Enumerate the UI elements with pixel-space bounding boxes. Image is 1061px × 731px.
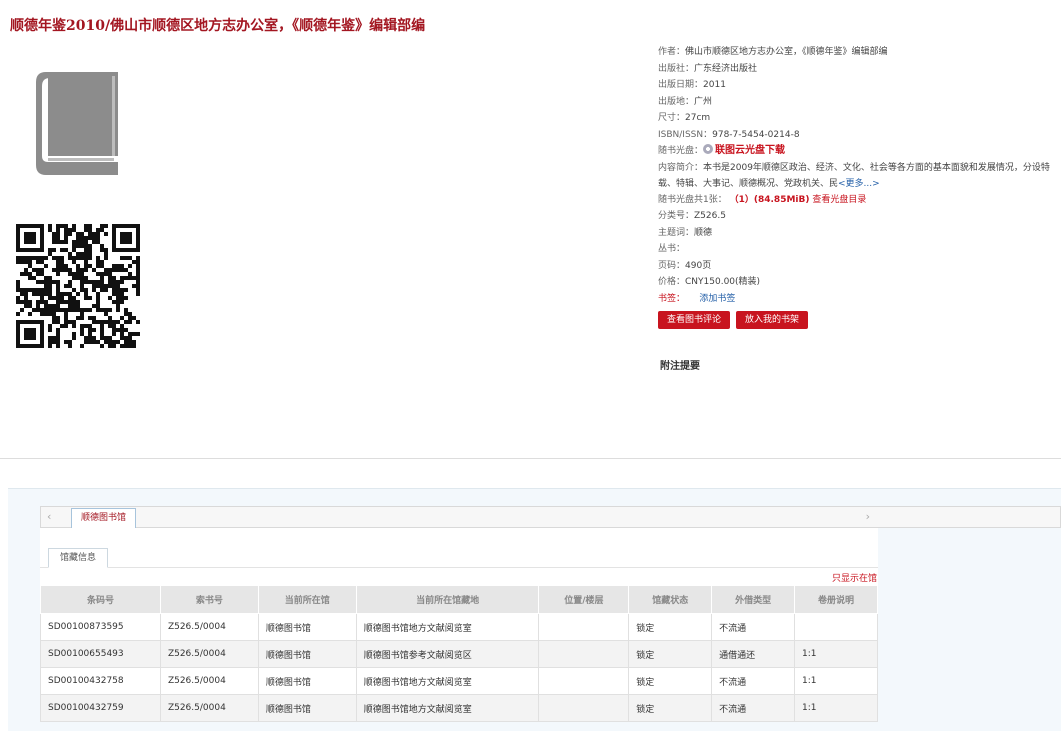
meta-author: 作者：佛山市顺德区地方志办公室，《顺德年鉴》编辑部编	[658, 47, 888, 57]
table-cell: 顺德图书馆	[257, 640, 357, 668]
disc-download-link[interactable]: 联图云光盘下载	[715, 145, 785, 156]
table-header-row: 条码号 索书号 当前所在馆 当前所在馆藏地 位置/楼层 馆藏状态 外借类型 卷册说明	[40, 585, 878, 614]
table-cell: Z526.5/0004	[159, 694, 259, 722]
table-cell: 顺德图书馆地方文献阅览室	[355, 667, 540, 695]
column-header: 卷册说明	[794, 585, 878, 614]
column-header: 外借类型	[711, 585, 796, 614]
table-cell: Z526.5/0004	[159, 667, 259, 695]
column-header: 条码号	[40, 585, 161, 614]
table-cell	[794, 613, 878, 641]
table-cell	[538, 640, 630, 668]
disc-catalog-link[interactable]: 查看光盘目录	[812, 195, 866, 205]
add-tag-link[interactable]: 添加书签	[699, 294, 735, 304]
column-header: 索书号	[159, 585, 259, 614]
column-header: 当前所在馆藏地	[355, 585, 540, 614]
table-cell: 顺德图书馆	[257, 613, 357, 641]
table-cell: 顺德图书馆地方文献阅览室	[355, 694, 540, 722]
table-cell: SD00100432758	[40, 667, 161, 695]
table-cell	[538, 667, 630, 695]
table-cell: 1:1	[794, 667, 878, 695]
table-cell: 顺德图书馆	[257, 667, 357, 695]
table-cell: Z526.5/0004	[159, 640, 259, 668]
summary-more-link[interactable]: <更多...>	[838, 179, 880, 189]
table-row: SD00100432759 Z526.5/0004 顺德图书馆 顺德图书馆地方文献阅览…	[40, 694, 878, 722]
table-cell: 锁定	[628, 613, 713, 641]
table-row: SD00100432758 Z526.5/0004 顺德图书馆 顺德图书馆地方文献阅览…	[40, 667, 878, 695]
table-row: SD00100873595 Z526.5/0004 顺德图书馆 顺德图书馆地方文献阅览…	[40, 613, 878, 641]
subject-link[interactable]: 顺德	[694, 228, 712, 238]
table-row: SD00100655493 Z526.5/0004 顺德图书馆 顺德图书馆参考文献阅览…	[40, 640, 878, 668]
table-cell: 锁定	[628, 667, 713, 695]
meta-pages: 页码：490页	[658, 260, 712, 271]
library-tabstrip: ‹ 顺德图书馆 ›	[40, 506, 1061, 528]
meta-pub-place: 出版地：广州	[658, 96, 713, 107]
table-cell: 锁定	[628, 694, 713, 722]
table-cell	[538, 694, 630, 722]
notes-heading: 附注提要	[660, 361, 700, 372]
column-header: 当前所在馆	[257, 585, 357, 614]
holdings-table: 条码号 索书号 当前所在馆 当前所在馆藏地 位置/楼层 馆藏状态 外借类型 卷册说明 SD00…	[40, 585, 878, 722]
scroll-left-icon[interactable]: ‹	[47, 510, 51, 523]
meta-summary: 内容简介：本书是2009年顺德区政治、经济、文化、社会等各方面的基本面貌和发展情…	[658, 162, 1050, 189]
column-header: 馆藏状态	[628, 585, 713, 614]
meta-size: 尺寸：27cm	[658, 113, 711, 123]
table-cell	[538, 613, 630, 641]
table-cell: 顺德图书馆地方文献阅览室	[355, 613, 540, 641]
table-cell: 顺德图书馆参考文献阅览区	[355, 640, 540, 668]
disc-icon	[703, 144, 714, 154]
table-cell: 顺德图书馆	[257, 694, 357, 722]
meta-subject: 主题词：顺德	[658, 227, 713, 238]
author-link[interactable]: 佛山市顺德区地方志办公室，《顺德年鉴》编辑部编	[685, 47, 888, 57]
scroll-right-icon[interactable]: ›	[866, 510, 870, 523]
book-metadata: 作者：佛山市顺德区地方志办公室，《顺德年鉴》编辑部编 出版社：广东经济出版社 出…	[658, 44, 1054, 333]
meta-class-no: 分类号：Z526.5	[658, 211, 726, 221]
table-cell: 锁定	[628, 640, 713, 668]
table-cell: 不流通	[711, 613, 796, 641]
table-cell: 1:1	[794, 640, 878, 668]
meta-disc: 随书光盘： 联图云光盘下载	[658, 144, 786, 156]
book-cover-icon	[36, 72, 118, 175]
column-header: 位置/楼层	[538, 585, 630, 614]
table-cell: 通借通还	[711, 640, 796, 668]
meta-pub-date: 出版日期：2011	[658, 80, 726, 90]
table-cell: SD00100432759	[40, 694, 161, 722]
section-divider	[0, 458, 1061, 459]
meta-disc-count: 随书光盘共1张： （1）(84.85MiB) 查看光盘目录	[658, 194, 867, 205]
meta-isbn: ISBN/ISSN：978-7-5454-0214-8	[658, 129, 800, 140]
tab-holdings-info[interactable]: 馆藏信息	[48, 548, 109, 568]
page-title: 顺德年鉴2010/佛山市顺德区地方志办公室，《顺德年鉴》编辑部编	[10, 18, 426, 34]
meta-price: 价格：CNY150.00(精装)	[658, 277, 761, 287]
meta-series: 丛书：	[658, 244, 686, 254]
table-cell: 不流通	[711, 694, 796, 722]
table-cell: 1:1	[794, 694, 878, 722]
meta-tags: 书签： 添加书签	[658, 293, 736, 304]
table-cell: Z526.5/0004	[159, 613, 259, 641]
view-reviews-button[interactable]: 查看图书评论	[658, 311, 731, 329]
action-buttons: 查看图书评论 放入我的书架	[658, 311, 1054, 333]
subtab-divider	[40, 567, 878, 568]
add-to-shelf-button[interactable]: 放入我的书架	[736, 311, 809, 329]
table-cell: 不流通	[711, 667, 796, 695]
tab-library[interactable]: 顺德图书馆	[71, 508, 137, 528]
meta-publisher: 出版社：广东经济出版社	[658, 63, 758, 74]
disc-item-link[interactable]: （1）(84.85MiB)	[730, 195, 810, 205]
table-cell: SD00100655493	[40, 640, 161, 668]
table-cell: SD00100873595	[40, 613, 161, 641]
only-on-shelf-link[interactable]: 只显示在馆	[832, 571, 877, 584]
qr-code-icon	[16, 224, 140, 348]
